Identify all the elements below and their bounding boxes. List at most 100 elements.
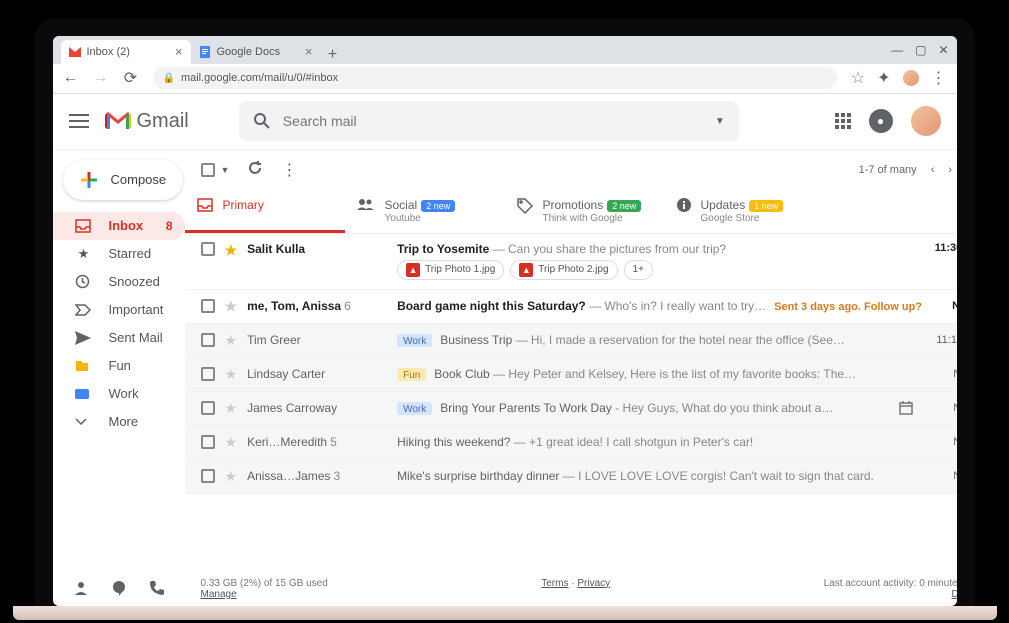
refresh-icon[interactable] [247,160,263,180]
category-label: Fun [397,368,426,381]
email-subject: Book Club [434,367,489,381]
email-checkbox[interactable] [201,435,215,449]
email-preview: — Who's in? I really want to try… [586,299,766,313]
prev-page-icon[interactable]: ‹ [931,164,935,176]
nav-label: Snoozed [109,274,160,289]
tab-icon [517,198,533,214]
compose-button[interactable]: Compose [63,160,183,200]
forward-icon[interactable]: → [93,69,109,87]
close-icon[interactable]: × [175,44,183,59]
address-bar[interactable]: 🔒 mail.google.com/mail/u/0/#inbox [153,67,837,89]
select-all-checkbox[interactable] [201,163,215,177]
new-tab-button[interactable]: + [321,46,345,64]
clock-icon [75,274,93,289]
search-input[interactable] [283,113,715,129]
tab-label: Updates [701,198,746,212]
star-icon[interactable]: ★ [225,434,238,451]
inbox-icon [75,219,93,233]
attachment-chip[interactable]: ▲Trip Photo 2.jpg [510,260,617,280]
reload-icon[interactable]: ⟳ [123,68,139,88]
next-page-icon[interactable]: › [948,164,952,176]
star-icon[interactable]: ★ [225,400,238,417]
sidebar-item-more[interactable]: More [53,408,185,436]
bookmark-icon[interactable]: ☆ [851,68,865,88]
search-icon[interactable] [253,112,271,130]
select-dropdown-icon[interactable]: ▼ [221,165,230,175]
email-sender: Anissa…James3 [247,469,397,483]
email-checkbox[interactable] [201,469,215,483]
window-minimize-icon[interactable]: — [891,43,903,57]
email-date: Nov 4 [922,436,956,448]
profile-avatar-small[interactable] [903,70,919,86]
star-icon[interactable]: ★ [225,468,238,485]
email-list: ★Salit KullaTrip to Yosemite — Can you s… [185,234,957,572]
google-apps-icon[interactable] [835,113,851,129]
email-subject: Bring Your Parents To Work Day [440,401,612,415]
star-icon[interactable]: ★ [225,298,238,315]
sidebar-item-sent-mail[interactable]: Sent Mail [53,324,185,352]
email-row[interactable]: ★Lindsay CarterFunBook Club — Hey Peter … [185,358,957,392]
email-checkbox[interactable] [201,401,215,415]
sidebar-item-fun[interactable]: Fun [53,352,185,380]
window-close-icon[interactable]: ✕ [938,43,948,57]
attachment-chip[interactable]: ▲Trip Photo 1.jpg [397,260,504,280]
extensions-icon[interactable]: ✦ [877,68,890,88]
browser-tab-docs[interactable]: Google Docs × [191,40,321,64]
email-subject: Trip to Yosemite [397,242,489,256]
hangouts-icon[interactable] [111,580,127,596]
tab-updates[interactable]: Updates1 newGoogle Store [665,190,825,233]
main-menu-icon[interactable] [69,114,89,128]
gmail-logo[interactable]: Gmail [105,110,189,133]
star-icon[interactable]: ★ [225,332,238,349]
email-preview: — I LOVE LOVE LOVE corgis! Can't wait to… [559,469,873,483]
email-checkbox[interactable] [201,242,215,256]
email-row[interactable]: ★ me, Tom, Anissa6Board game night this S… [185,290,957,324]
email-row[interactable]: ★James CarrowayWorkBring Your Parents To… [185,392,957,426]
details-link[interactable]: Details [951,589,956,600]
email-row[interactable]: ★Salit KullaTrip to Yosemite — Can you s… [185,234,957,290]
tab-promotions[interactable]: Promotions2 newThink with Google [505,190,665,233]
email-row[interactable]: ★Keri…Meredith5Hiking this weekend? — +1… [185,426,957,460]
search-box[interactable]: ▼ [239,101,739,141]
tab-primary[interactable]: Primary [185,190,345,233]
event-icon[interactable] [898,400,914,416]
contacts-icon[interactable] [73,580,89,596]
activity-text: Last account activity: 0 minutes ago [824,578,957,589]
terms-link[interactable]: Terms [541,578,568,589]
tab-social[interactable]: Social2 newYoutube [345,190,505,233]
nav-label: Starred [109,246,152,261]
compose-label: Compose [111,172,167,187]
browser-menu-icon[interactable]: ⋮ [931,68,947,88]
email-date: Nov 5 [922,402,956,414]
sidebar-item-snoozed[interactable]: Snoozed [53,268,185,296]
notifications-icon[interactable]: ● [869,109,893,133]
more-actions-icon[interactable]: ⋮ [281,160,297,180]
manage-link[interactable]: Manage [201,589,237,600]
back-icon[interactable]: ← [63,69,79,87]
search-options-icon[interactable]: ▼ [715,116,725,127]
email-date: 11:16 AM [922,334,956,346]
browser-tab-strip: Inbox (2) × Google Docs × + — ▢ ✕ [53,36,957,64]
sidebar-item-starred[interactable]: ★Starred [53,240,185,268]
email-subject: Board game night this Saturday? [397,299,586,313]
phone-icon[interactable] [149,580,165,596]
attachment-more[interactable]: 1+ [624,260,653,280]
account-avatar[interactable] [911,106,941,136]
star-icon[interactable]: ★ [225,366,238,383]
email-checkbox[interactable] [201,367,215,381]
window-maximize-icon[interactable]: ▢ [915,43,926,57]
email-row[interactable]: ★Anissa…James3Mike's surprise birthday d… [185,460,957,494]
email-sender: me, Tom, Anissa6 [247,299,397,313]
send-icon [75,331,93,345]
email-row[interactable]: ★Tim GreerWorkBusiness Trip — Hi, I made… [185,324,957,358]
close-icon[interactable]: × [305,44,313,59]
email-checkbox[interactable] [201,333,215,347]
sidebar-item-inbox[interactable]: Inbox8 [53,212,185,240]
browser-tab-inbox[interactable]: Inbox (2) × [61,40,191,64]
sidebar-item-work[interactable]: Work [53,380,185,408]
sidebar-item-important[interactable]: Important [53,296,185,324]
star-icon[interactable]: ★ [225,242,238,259]
privacy-link[interactable]: Privacy [577,578,610,589]
tab-icon [677,198,691,212]
email-checkbox[interactable] [201,299,215,313]
